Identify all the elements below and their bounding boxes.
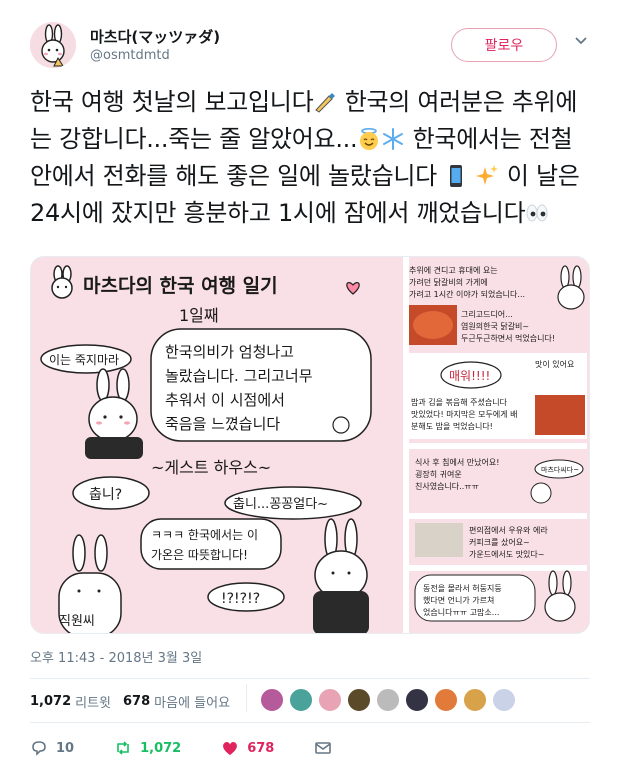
comic-illustration: 마츠다의 한국 여행 일기 1일째 이는 죽지마라 한국의비가 엄청나고 놀랐습… bbox=[31, 257, 589, 633]
food-photo-2 bbox=[535, 395, 585, 435]
note-4a: 밥과 김을 볶음해 주셨습니다 bbox=[411, 397, 508, 407]
envelope-icon bbox=[315, 742, 332, 754]
guesthouse-label: ~게스트 하우스~ bbox=[151, 458, 271, 477]
note-6c: 가운드에서도 맛있다~ bbox=[469, 549, 545, 559]
note-1b: 가려던 닭갈비의 가게에 bbox=[409, 277, 488, 287]
bubble-warm-2: 가온은 따뜻합니다! bbox=[151, 548, 248, 562]
note-2c: 두근두근하면서 먹었습니다! bbox=[461, 333, 555, 343]
comic-text-3: 추워서 이 시점에서 bbox=[165, 391, 285, 409]
liker-avatar[interactable] bbox=[260, 688, 284, 712]
divider bbox=[30, 678, 590, 679]
tweet-image[interactable]: 마츠다의 한국 여행 일기 1일째 이는 죽지마라 한국의비가 엄청나고 놀랐습… bbox=[30, 256, 590, 634]
like-stat-label: 마음에 들어요 bbox=[154, 695, 231, 711]
comic-text-1: 한국의비가 엄청나고 bbox=[165, 343, 294, 361]
liker-avatar[interactable] bbox=[463, 688, 487, 712]
girl-face-icon bbox=[530, 482, 552, 504]
retweet-stat[interactable]: 1,072 리트윗 bbox=[30, 692, 111, 711]
speech-left: 이는 죽지마라 bbox=[49, 353, 119, 367]
liker-avatar[interactable] bbox=[405, 688, 429, 712]
note-5a: 식사 후 침에서 만났어요! bbox=[415, 457, 499, 467]
liker-avatar[interactable] bbox=[376, 688, 400, 712]
note-4c: 분해도 밥을 먹었습니다! bbox=[411, 421, 493, 431]
bubble-surprise: !?!?!? bbox=[221, 591, 260, 607]
note-5c: 친사였습니다..ㅠㅠ bbox=[415, 481, 479, 491]
note-2b: 염원의한국 닭갈비~ bbox=[461, 321, 529, 331]
heart-icon bbox=[223, 742, 238, 755]
staff-label: 직원씨 bbox=[59, 614, 95, 629]
small-rabbit-icon bbox=[332, 416, 350, 434]
note-7b: 했다면 언니가 가르쳐 bbox=[423, 595, 494, 605]
like-button[interactable]: 678 bbox=[221, 739, 274, 757]
like-count: 678 bbox=[247, 740, 275, 756]
comic-title: 마츠다의 한국 여행 일기 bbox=[83, 275, 278, 297]
avatar[interactable] bbox=[30, 22, 76, 68]
liker-avatar[interactable] bbox=[347, 688, 371, 712]
snowflake-icon bbox=[383, 128, 404, 150]
retweet-stat-label: 리트윗 bbox=[75, 695, 112, 711]
tweet-timestamp[interactable]: 오후 11:43 - 2018년 3월 3일 bbox=[30, 647, 202, 666]
comic-text-2: 놀랐습니다. 그리고너무 bbox=[165, 367, 313, 385]
note-3a: 맛이 있어요 bbox=[535, 359, 574, 369]
tweet-header: 마츠다(マッツァダ) @osmtdmtd 팔로우 bbox=[0, 0, 621, 78]
liker-avatar[interactable] bbox=[434, 688, 458, 712]
like-stat[interactable]: 678 마음에 들어요 bbox=[123, 692, 230, 711]
note-6b: 커피크를 샀어요~ bbox=[469, 537, 530, 547]
tweet-text: 한국 여행 첫날의 보고입니다 한국의 여러분은 추위에는 강합니다...죽는 … bbox=[30, 84, 590, 232]
liker-avatar[interactable] bbox=[318, 688, 342, 712]
bubble-warm-1: ㅋㅋㅋ 한국에서는 이 bbox=[151, 528, 258, 542]
note-7a: 동전을 몰라서 허둥지둥 bbox=[423, 583, 502, 593]
user-handle[interactable]: @osmtdmtd bbox=[90, 48, 170, 63]
comic-text-4: 죽음을 느꼈습니다 bbox=[165, 415, 280, 433]
display-name[interactable]: 마츠다(マッツァダ) bbox=[90, 26, 220, 47]
liker-avatars bbox=[260, 688, 521, 712]
tweet-text-part-1: 한국 여행 첫날의 보고입니다 bbox=[30, 88, 314, 116]
liker-avatar[interactable] bbox=[492, 688, 516, 712]
smiling-face-with-halo-icon bbox=[360, 127, 379, 150]
mobile-phone-icon bbox=[450, 165, 463, 187]
eyes-icon bbox=[526, 204, 548, 222]
liker-avatar[interactable] bbox=[289, 688, 313, 712]
note-1a: 추위에 견디고 휴대에 요는 bbox=[409, 265, 498, 275]
note-5b: 굉장히 귀여운 bbox=[415, 469, 462, 479]
rabbit-avatar-icon bbox=[30, 22, 76, 68]
bubble-greet: 마츠다씨다~ bbox=[541, 465, 579, 474]
divider bbox=[246, 684, 247, 712]
writing-hand-icon bbox=[315, 93, 336, 113]
reply-button[interactable]: 10 bbox=[30, 739, 74, 757]
note-7c: 었습니다ㅠㅠ 고맙소... bbox=[423, 607, 499, 617]
retweet-button[interactable]: 1,072 bbox=[114, 739, 181, 757]
tweet-actions: 10 1,072 678 bbox=[30, 736, 380, 760]
reply-count: 10 bbox=[56, 740, 75, 756]
note-2a: 그리고드디어... bbox=[461, 309, 513, 319]
retweet-icon bbox=[117, 741, 129, 755]
note-4b: 맛있었다! 마지막은 모두에게 배 bbox=[411, 409, 518, 419]
bubble-cold: 춥니? bbox=[89, 487, 122, 503]
convenience-photo bbox=[415, 523, 463, 557]
note-6a: 편의점에서 우유와 에라 bbox=[469, 525, 548, 535]
direct-message-button[interactable] bbox=[314, 739, 340, 757]
title-rabbit-icon bbox=[51, 265, 73, 299]
divider bbox=[30, 722, 590, 723]
chevron-down-icon[interactable] bbox=[574, 34, 588, 48]
reply-icon bbox=[32, 741, 46, 756]
comic-day: 1일째 bbox=[179, 306, 219, 325]
spicy-exclamation: 매워!!!! bbox=[449, 369, 490, 383]
like-stat-value: 678 bbox=[123, 693, 151, 709]
note-1c: 가려고 1시간 이야가 되었습니다... bbox=[409, 289, 525, 299]
bubble-freezing: 춥니...꽁꽁얼다~ bbox=[233, 497, 328, 512]
follow-button[interactable]: 팔로우 bbox=[451, 28, 557, 62]
retweet-count: 1,072 bbox=[140, 740, 182, 756]
tweet-stats: 1,072 리트윗 678 마음에 들어요 bbox=[30, 690, 242, 712]
sparkles-icon bbox=[475, 165, 498, 185]
retweet-stat-value: 1,072 bbox=[30, 693, 72, 709]
